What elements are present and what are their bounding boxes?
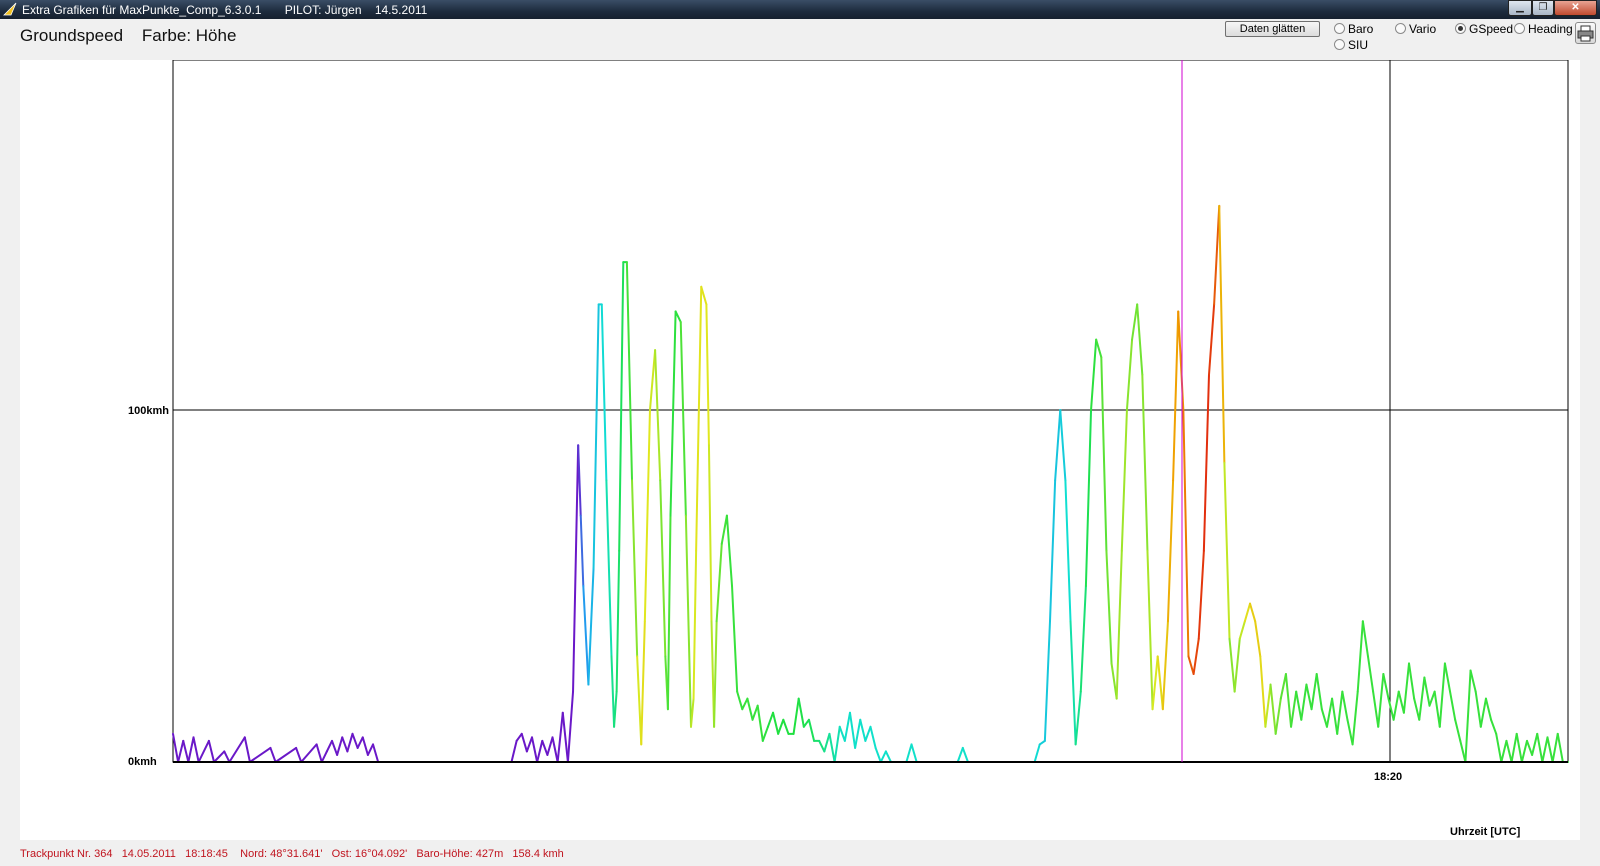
minimize-icon: ▁ bbox=[1516, 2, 1524, 13]
printer-icon bbox=[1577, 25, 1594, 42]
radio-vario[interactable]: Vario bbox=[1395, 22, 1436, 36]
trackpoint-status: Trackpunkt Nr. 364 14.05.2011 18:18:45 N… bbox=[20, 848, 564, 860]
radio-gspeed-label: GSpeed bbox=[1469, 22, 1514, 36]
app-icon bbox=[3, 2, 17, 16]
x-axis-label: Uhrzeit [UTC] bbox=[1450, 826, 1521, 838]
radio-heading[interactable]: Heading bbox=[1514, 22, 1573, 36]
radio-heading-indicator bbox=[1514, 23, 1525, 34]
radio-baro-indicator bbox=[1334, 23, 1345, 34]
radio-baro-label: Baro bbox=[1348, 22, 1374, 36]
radio-siu-indicator bbox=[1334, 39, 1345, 50]
y-tick-label-100: 100kmh bbox=[128, 405, 169, 417]
minimize-button[interactable]: ▁ bbox=[1508, 0, 1532, 16]
radio-siu-label: SIU bbox=[1348, 38, 1369, 52]
radio-gspeed[interactable]: GSpeed bbox=[1455, 22, 1513, 36]
window-title: Extra Grafiken für MaxPunkte_Comp_6.3.0.… bbox=[22, 3, 428, 17]
chart-panel: 100kmh 0kmh 18:20 Uhrzeit [UTC] bbox=[20, 60, 1580, 840]
close-icon: ✕ bbox=[1571, 2, 1580, 13]
chart-mode-label: Groundspeed Farbe: Höhe bbox=[20, 26, 237, 45]
restore-icon: ❐ bbox=[1538, 2, 1548, 13]
radio-gspeed-indicator bbox=[1455, 23, 1466, 34]
print-button[interactable] bbox=[1575, 22, 1596, 44]
y-tick-label-0: 0kmh bbox=[128, 756, 157, 768]
radio-heading-label: Heading bbox=[1528, 22, 1573, 36]
radio-vario-indicator bbox=[1395, 23, 1406, 34]
radio-baro[interactable]: Baro bbox=[1334, 22, 1373, 36]
close-button[interactable]: ✕ bbox=[1554, 0, 1597, 16]
plot-area bbox=[172, 60, 1569, 763]
radio-vario-label: Vario bbox=[1409, 22, 1437, 36]
maximize-button[interactable]: ❐ bbox=[1532, 0, 1554, 16]
smooth-data-button[interactable]: Daten glätten bbox=[1225, 21, 1320, 37]
groundspeed-chart[interactable]: 100kmh 0kmh 18:20 Uhrzeit [UTC] bbox=[20, 60, 1580, 840]
radio-siu[interactable]: SIU bbox=[1334, 38, 1368, 52]
title-bar: Extra Grafiken für MaxPunkte_Comp_6.3.0.… bbox=[0, 0, 1600, 19]
x-tick-label-1820: 18:20 bbox=[1374, 771, 1402, 783]
